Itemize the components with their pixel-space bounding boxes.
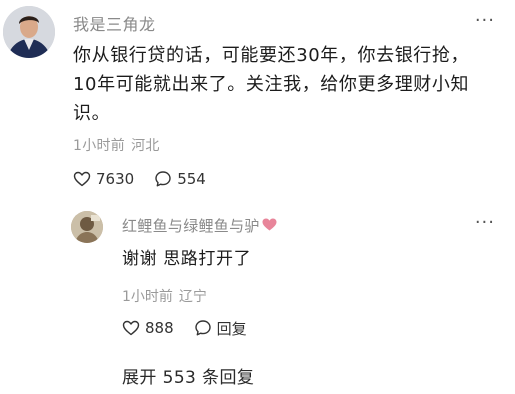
reply-actions: 888 回复: [122, 317, 247, 339]
heart-outline-icon: [73, 171, 91, 187]
comment-actions: 7630 554: [73, 168, 206, 190]
comment-time: 1小时前: [73, 138, 126, 154]
reply-avatar[interactable]: [71, 211, 103, 243]
expand-replies-link[interactable]: 展开 553 条回复: [122, 363, 254, 388]
speech-bubble-icon: [194, 320, 211, 336]
reply-author-name[interactable]: 红鲤鱼与绿鲤鱼与驴: [122, 215, 277, 236]
reply-button-label: 回复: [216, 319, 247, 338]
comment-button[interactable]: 554: [154, 170, 206, 188]
more-horizontal-icon[interactable]: ···: [475, 10, 495, 31]
heart-outline-icon: [122, 320, 140, 336]
comment-meta: 1小时前 河北: [73, 135, 160, 155]
reply-time: 1小时前: [122, 289, 173, 305]
author-name[interactable]: 我是三角龙: [73, 11, 156, 35]
speech-bubble-icon: [155, 171, 171, 187]
reply-like-button[interactable]: 888: [122, 319, 174, 337]
reply-text: 谢谢 思路打开了: [122, 249, 252, 269]
reply-like-count: 888: [145, 319, 174, 337]
more-horizontal-icon[interactable]: ···: [475, 212, 495, 233]
reply-author-label: 红鲤鱼与绿鲤鱼与驴: [122, 217, 260, 235]
reply-location: 辽宁: [178, 289, 207, 305]
like-count: 7630: [96, 170, 135, 188]
comment-location: 河北: [131, 138, 160, 154]
like-button[interactable]: 7630: [73, 170, 134, 188]
comment-text: 你从银行贷的话，可能要还30年，你去银行抢，10年可能就出来了。关注我，给你更多…: [73, 45, 470, 124]
reply-meta: 1小时前 辽宁: [122, 286, 207, 306]
heart-emoji-icon: [262, 217, 277, 235]
comment-count: 554: [177, 170, 206, 188]
reply-button[interactable]: 回复: [194, 318, 247, 339]
comment-thread: 我是三角龙 ··· 你从银行贷的话，可能要还30年，你去银行抢，10年可能就出来…: [0, 0, 515, 394]
avatar[interactable]: [3, 6, 55, 58]
